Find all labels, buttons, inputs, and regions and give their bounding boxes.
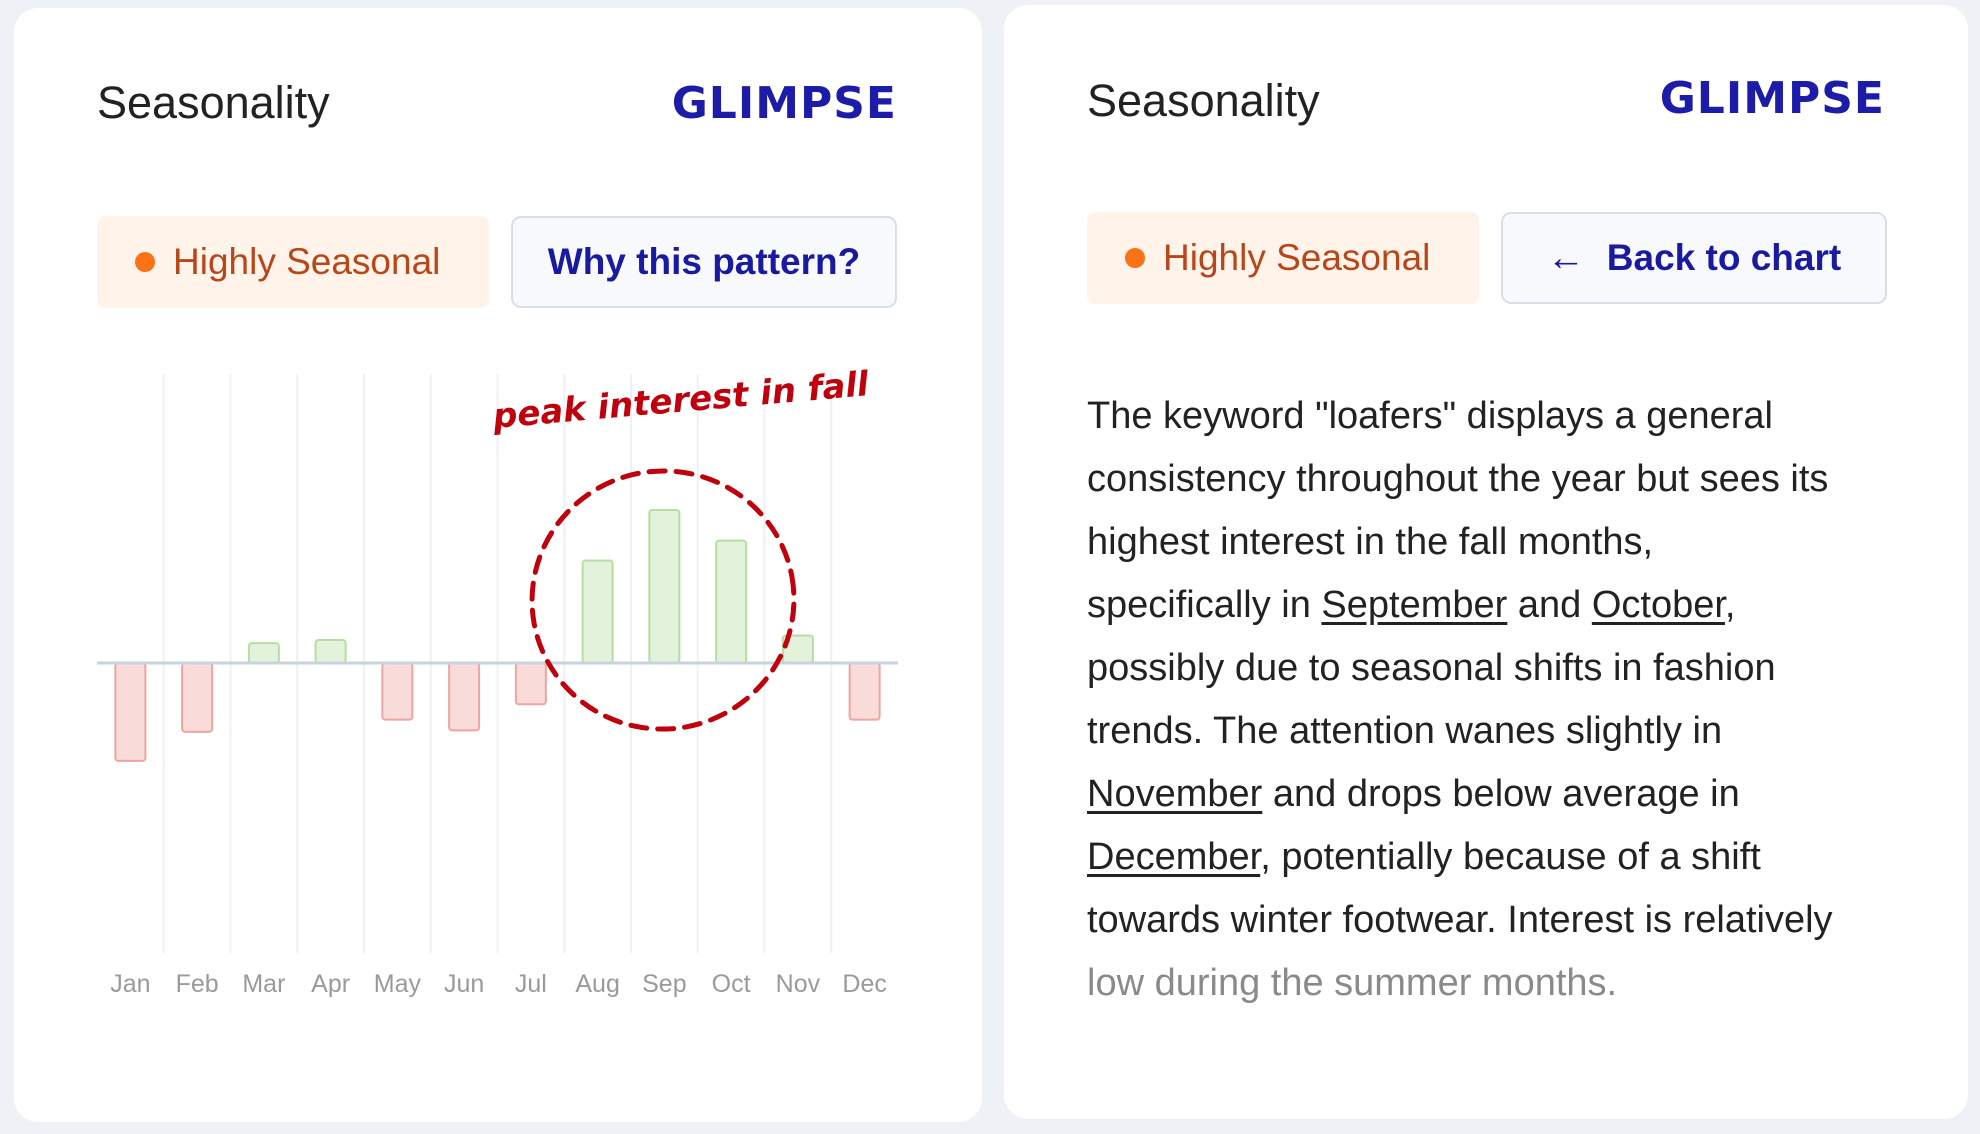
bar-apr xyxy=(314,639,347,664)
x-tick-label: Nov xyxy=(776,970,821,998)
text-segment: The keyword "loafers" displays a general xyxy=(1087,395,1773,437)
text-segment: low during the summer months. xyxy=(1087,962,1618,1004)
text-line: low during the summer months. xyxy=(1087,952,1833,1015)
x-tick-label: May xyxy=(374,970,422,998)
seasonality-card-chart: Seasonality GLIMPSE Highly Seasonal Why … xyxy=(14,8,982,1122)
month-link-october[interactable]: October xyxy=(1592,584,1725,626)
seasonality-badge: Highly Seasonal xyxy=(1087,212,1479,304)
month-link-september[interactable]: September xyxy=(1321,584,1507,626)
x-tick-label: Sep xyxy=(642,970,686,998)
text-line: highest interest in the fall months, xyxy=(1087,511,1833,574)
annotation-peak-interest: peak interest in fall xyxy=(490,364,871,437)
x-tick-label: Mar xyxy=(242,970,285,998)
bar-may xyxy=(381,662,414,721)
bar-aug xyxy=(581,559,614,664)
badge-label: Highly Seasonal xyxy=(1163,237,1431,278)
arrow-left-icon: ← xyxy=(1546,236,1585,279)
x-tick-label: Oct xyxy=(712,970,751,998)
glimpse-logo: GLIMPSE xyxy=(1659,73,1885,124)
x-tick-label: Jan xyxy=(110,970,150,998)
bar-mar xyxy=(247,642,280,664)
card-title: Seasonality xyxy=(1087,75,1320,126)
bar-jun xyxy=(448,662,481,732)
bar-jan xyxy=(114,662,147,762)
month-link-november[interactable]: November xyxy=(1087,773,1262,815)
text-segment: and xyxy=(1507,584,1592,626)
text-segment: , xyxy=(1724,584,1736,626)
bar-feb xyxy=(181,662,214,733)
text-segment: highest interest in the fall months, xyxy=(1087,521,1654,563)
x-tick-label: Jul xyxy=(515,970,547,998)
text-line: November and drops below average in xyxy=(1087,763,1833,826)
x-tick-label: Feb xyxy=(176,970,219,998)
x-tick-label: Aug xyxy=(575,970,619,998)
bar-oct xyxy=(715,539,748,664)
text-line: possibly due to seasonal shifts in fashi… xyxy=(1087,637,1833,700)
text-segment: towards winter footwear. Interest is rel… xyxy=(1087,899,1833,941)
text-line: towards winter footwear. Interest is rel… xyxy=(1087,889,1833,952)
text-segment: trends. The attention wanes slightly in xyxy=(1087,710,1723,752)
text-segment: and drops below average in xyxy=(1262,773,1740,815)
seasonality-chart: Jan Feb Mar Apr May Jun Jul Aug Sep Oct Nov Dec peak… xyxy=(97,364,898,998)
text-segment: consistency throughout the year but sees… xyxy=(1087,458,1829,500)
month-link-december[interactable]: December xyxy=(1087,836,1260,878)
text-line: trends. The attention wanes slightly in xyxy=(1087,700,1833,763)
text-line: The keyword "loafers" displays a general xyxy=(1087,385,1833,448)
status-dot-icon xyxy=(1125,248,1145,268)
back-to-chart-button[interactable]: ← Back to chart xyxy=(1501,212,1887,304)
text-segment: possibly due to seasonal shifts in fashi… xyxy=(1087,647,1776,689)
explanation-text: The keyword "loafers" displays a general… xyxy=(1087,385,1833,1015)
x-tick-label: Apr xyxy=(311,970,350,998)
text-line: specifically in September and October, xyxy=(1087,574,1833,637)
bar-dec xyxy=(848,662,881,721)
x-tick-label: Jun xyxy=(444,970,484,998)
bar-jul xyxy=(514,662,547,706)
x-tick-label: Dec xyxy=(842,970,886,998)
back-button-label: Back to chart xyxy=(1606,237,1842,278)
seasonality-card-explanation: Seasonality GLIMPSE Highly Seasonal ← Ba… xyxy=(1004,5,1968,1119)
text-line: December, potentially because of a shift xyxy=(1087,826,1833,889)
text-segment: specifically in xyxy=(1087,584,1322,626)
text-segment: , potentially because of a shift xyxy=(1260,836,1761,878)
text-line: consistency throughout the year but sees… xyxy=(1087,448,1833,511)
bar-sep xyxy=(648,509,681,664)
